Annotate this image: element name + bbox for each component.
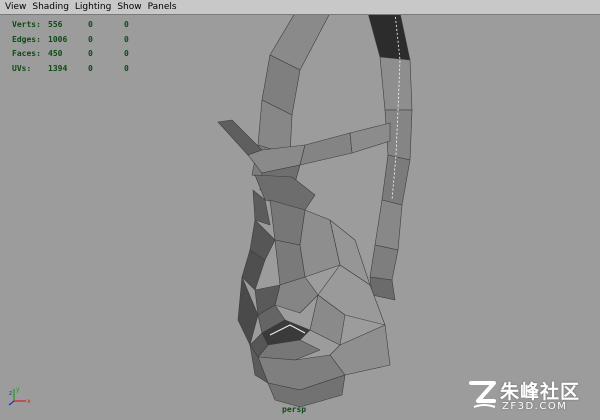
perspective-viewport[interactable]: Verts: 556 0 0 Edges: 1006 0 0 Faces: 45… (0, 15, 600, 420)
hud-row-edges: Edges: 1006 0 0 (12, 33, 160, 48)
axis-y-label: y (16, 386, 20, 393)
view-axis-indicator: y x z (8, 383, 38, 411)
hud-value: 450 (48, 49, 63, 58)
axis-z-label: z (9, 390, 12, 397)
poly-count-hud: Verts: 556 0 0 Edges: 1006 0 0 Faces: 45… (12, 18, 160, 76)
menu-shading[interactable]: Shading (30, 0, 73, 14)
hud-value: 0 (124, 49, 129, 58)
hud-value: 0 (88, 49, 93, 58)
hud-value: 1394 (48, 63, 68, 73)
hud-value: 0 (124, 63, 129, 73)
hud-value: 0 (124, 20, 129, 29)
axis-gizmo-icon: y x z (8, 386, 31, 406)
panel-menu-bar: View Shading Lighting Show Panels (0, 0, 600, 15)
hud-value: 0 (88, 63, 93, 73)
hud-row-verts: Verts: 556 0 0 (12, 18, 160, 33)
hud-value: 0 (124, 34, 129, 44)
watermark-url-text: ZF3D.COM (502, 401, 568, 412)
menu-show[interactable]: Show (115, 0, 145, 14)
watermark-brand-text: 朱峰社区 (500, 381, 581, 403)
hud-value: 1006 (48, 34, 68, 44)
menu-lighting[interactable]: Lighting (73, 0, 115, 14)
hud-label: UVs: (12, 63, 32, 73)
camera-name-label: persp (282, 405, 307, 414)
hud-row-uvs: UVs: 1394 0 0 (12, 62, 160, 77)
hud-label: Edges: (12, 34, 41, 44)
menu-panels[interactable]: Panels (146, 0, 181, 14)
menu-view[interactable]: View (3, 0, 30, 14)
hud-label: Faces: (12, 49, 41, 58)
hud-label: Verts: (12, 20, 41, 29)
zf-logo-icon (469, 381, 496, 408)
hud-value: 556 (48, 20, 63, 29)
hud-row-faces: Faces: 450 0 0 (12, 47, 160, 62)
hud-value: 0 (88, 20, 93, 29)
watermark: 朱峰社区 ZF3D.COM (462, 371, 600, 419)
hud-value: 0 (88, 34, 93, 44)
axis-x-label: x (27, 398, 31, 405)
